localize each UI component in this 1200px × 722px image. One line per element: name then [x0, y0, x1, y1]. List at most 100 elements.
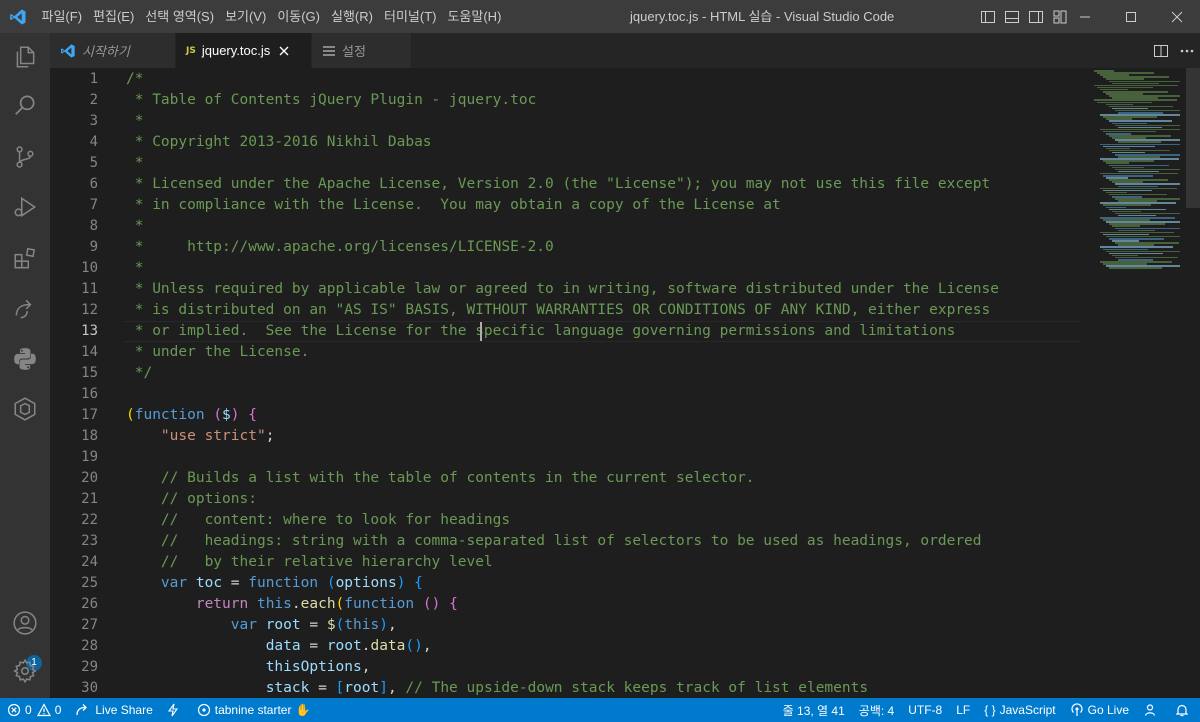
line-number: 1	[89, 71, 98, 87]
code-line[interactable]: // options:	[126, 489, 257, 510]
search-icon[interactable]	[0, 81, 50, 129]
editor-tab-bar: 시작하기 JS jquery.toc.js 설정	[50, 33, 1200, 68]
text-cursor	[480, 322, 482, 341]
maximize-button[interactable]	[1108, 0, 1154, 33]
feedback-person-icon	[1144, 704, 1156, 716]
activity-bar: 1	[0, 33, 50, 698]
code-line[interactable]: *	[126, 216, 144, 237]
menu-item-6[interactable]: 터미널(T)	[378, 0, 441, 33]
line-number: 17	[81, 407, 98, 423]
split-editor-icon[interactable]	[1148, 33, 1174, 68]
live-share-status[interactable]: Live Share	[68, 698, 159, 722]
code-editor[interactable]: 1 2 3 4 5 6 7 8 9 10 11 12 13 14 15 16 17 18 19 20 21 22 23 24 2…	[50, 68, 1200, 698]
line-number: 29	[81, 659, 98, 675]
lightning-status[interactable]	[160, 698, 190, 722]
error-count: 0	[25, 703, 32, 717]
code-line[interactable]: data = root.data(),	[126, 636, 432, 657]
accounts-icon[interactable]	[0, 599, 50, 647]
line-number: 4	[89, 134, 98, 150]
close-icon[interactable]	[278, 45, 290, 57]
braces-icon: { }	[984, 703, 996, 717]
settings-gear-icon[interactable]	[0, 647, 50, 695]
toggle-panel-icon[interactable]	[1000, 0, 1024, 33]
code-line[interactable]: // content: where to look for headings	[126, 510, 510, 531]
code-line[interactable]: * is distributed on an "AS IS" BASIS, WI…	[126, 300, 991, 321]
tabnine-label: tabnine starter	[214, 703, 292, 717]
minimap[interactable]	[1090, 68, 1185, 698]
code-line[interactable]: // headings: string with a comma-separat…	[126, 531, 982, 552]
code-line[interactable]: thisOptions,	[126, 657, 371, 678]
cursor-position[interactable]: 줄 13, 열 41	[776, 698, 852, 722]
code-line[interactable]: var toc = function (options) {	[126, 573, 423, 594]
encoding-status[interactable]: UTF-8	[901, 698, 949, 722]
menu-item-7[interactable]: 도움말(H)	[442, 0, 507, 33]
problems-status[interactable]: 0 0	[0, 698, 68, 722]
code-line[interactable]: var root = $(this),	[126, 615, 397, 636]
explorer-icon[interactable]	[0, 33, 50, 81]
code-line[interactable]: * Unless required by applicable law or a…	[126, 279, 999, 300]
notifications-status[interactable]	[1168, 698, 1200, 722]
close-window-button[interactable]	[1154, 0, 1200, 33]
code-line[interactable]: // by their relative hierarchy level	[126, 552, 493, 573]
line-number: 16	[81, 386, 98, 402]
toggle-primary-sidebar-icon[interactable]	[976, 0, 1000, 33]
code-line[interactable]: * in compliance with the License. You ma…	[126, 195, 781, 216]
language-mode-status[interactable]: { } JavaScript	[977, 698, 1062, 722]
code-line[interactable]: * http://www.apache.org/licenses/LICENSE…	[126, 237, 554, 258]
code-line[interactable]: *	[126, 258, 144, 279]
code-line[interactable]: return this.each(function () {	[126, 594, 458, 615]
warning-icon	[36, 703, 51, 717]
menu-item-0[interactable]: 파일(F)	[36, 0, 88, 33]
minimap-line	[1109, 267, 1162, 269]
menu-item-4[interactable]: 이동(G)	[272, 0, 326, 33]
tab-label: 설정	[342, 44, 366, 59]
tabnine-status[interactable]: tabnine starter ✋	[190, 698, 318, 722]
code-line[interactable]: * or implied. See the License for the sp…	[126, 321, 956, 342]
code-line[interactable]: "use strict";	[126, 426, 275, 447]
extensions-icon[interactable]	[0, 235, 50, 283]
live-share-icon[interactable]	[0, 285, 50, 333]
toggle-secondary-sidebar-icon[interactable]	[1024, 0, 1048, 33]
code-line[interactable]: * Table of Contents jQuery Plugin - jque…	[126, 90, 537, 111]
menu-item-3[interactable]: 보기(V)	[220, 0, 272, 33]
feedback-status[interactable]	[1136, 698, 1168, 722]
line-number: 6	[89, 176, 98, 192]
remote-explorer-icon[interactable]	[0, 385, 50, 433]
code-line[interactable]: */	[126, 363, 152, 384]
menu-item-5[interactable]: 실행(R)	[326, 0, 379, 33]
tab-settings[interactable]: 설정	[312, 33, 412, 68]
lightning-icon	[167, 703, 178, 717]
code-line[interactable]: stack = [root], // The upside-down stack…	[126, 678, 868, 698]
code-line[interactable]: * under the License.	[126, 342, 310, 363]
code-line[interactable]: (function ($) {	[126, 405, 257, 426]
line-number: 9	[89, 239, 98, 255]
code-line[interactable]: // Builds a list with the table of conte…	[126, 468, 755, 489]
menu-item-2[interactable]: 선택 영역(S)	[140, 0, 220, 33]
minimize-button[interactable]	[1062, 0, 1108, 33]
line-number: 12	[81, 302, 98, 318]
line-number: 8	[89, 218, 98, 234]
code-line[interactable]: *	[126, 111, 144, 132]
line-number: 25	[81, 575, 98, 591]
more-actions-icon[interactable]	[1174, 33, 1200, 68]
scrollbar-thumb[interactable]	[1186, 68, 1200, 208]
line-number: 19	[81, 449, 98, 465]
tab-jquery-toc-js[interactable]: JS jquery.toc.js	[176, 33, 312, 68]
status-bar: 0 0 Live Share tabnine starter ✋ 줄 13, 열…	[0, 698, 1200, 722]
code-line[interactable]: *	[126, 153, 144, 174]
source-control-icon[interactable]	[0, 133, 50, 181]
run-debug-icon[interactable]	[0, 183, 50, 231]
code-line[interactable]: * Copyright 2013-2016 Nikhil Dabas	[126, 132, 432, 153]
code-line[interactable]: * Licensed under the Apache License, Ver…	[126, 174, 991, 195]
line-number: 13	[81, 323, 98, 339]
indentation-status[interactable]: 공백: 4	[852, 698, 901, 722]
python-icon[interactable]	[0, 335, 50, 383]
tab-getting-started[interactable]: 시작하기	[50, 33, 176, 68]
go-live-status[interactable]: Go Live	[1063, 698, 1136, 722]
bell-icon	[1175, 704, 1189, 717]
code-line[interactable]: /*	[126, 69, 143, 90]
tab-label: jquery.toc.js	[201, 43, 271, 58]
menu-item-1[interactable]: 편집(E)	[88, 0, 140, 33]
window-title: jquery.toc.js - HTML 실습 - Visual Studio …	[630, 9, 895, 24]
eol-status[interactable]: LF	[949, 698, 977, 722]
